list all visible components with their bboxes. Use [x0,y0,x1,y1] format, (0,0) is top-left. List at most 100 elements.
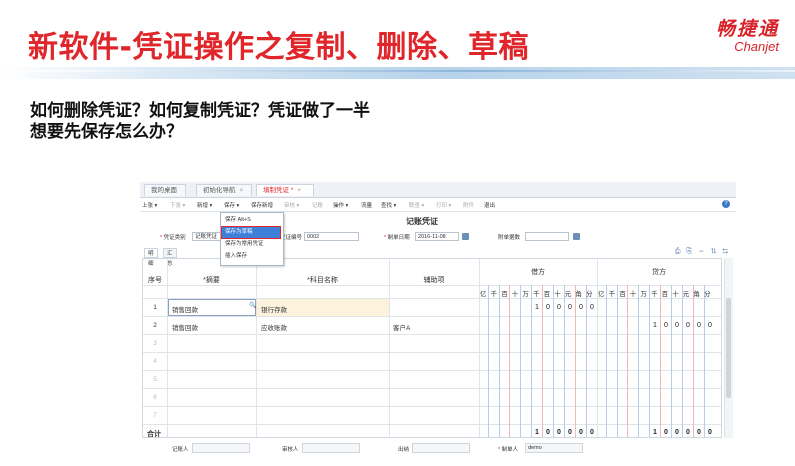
brand-logo: 畅捷通 Chanjet [716,14,779,54]
calendar-icon[interactable] [462,233,469,240]
header-account: *科目名称 [307,277,338,284]
tab-fill-voucher[interactable]: 填制凭证 * × [256,184,314,196]
toolbar-next-button[interactable]: 下张 ▾ [170,201,185,209]
toolbar-print-button[interactable]: 打印 ▾ [436,201,451,209]
row-number: 4 [153,358,157,365]
credit-digit: 0 [675,322,679,329]
digit-divider [682,285,683,437]
toolbar: 上张 ▾ 下张 ▾ 新增 ▾ 保存 ▾ 保存新增 审核 ▾ 记账 操作 ▾ 流量… [140,198,736,212]
menu-item-save-common[interactable]: 保存为常用凭证 [222,239,280,250]
digit-divider [671,285,672,437]
total-debit-digit: 0 [579,429,583,436]
total-credit-digit: 0 [675,429,679,436]
credit-digit: 1 [653,322,657,329]
label-text: 制单人 [501,447,519,453]
row-number: 6 [153,394,157,401]
menu-item-save-draft[interactable]: 保存为草稿 [221,226,281,239]
voucher-app-window: 我的桌面 初始化导航 × 填制凭证 * × 上张 ▾ 下张 ▾ 新增 ▾ 保存 ▾ … [140,182,736,458]
signature-footer: 记账人 审核人 出纳 * 制单人 demo [140,442,736,456]
grid-scrollbar[interactable] [724,258,733,438]
account-cell[interactable]: 应收账款 [261,322,287,332]
tab-init-navigation[interactable]: 初始化导航 × [196,184,252,196]
debit-digit-units: 亿千百十万千百十元角分 [480,291,597,298]
grid-divider [143,406,721,407]
slide-title: 新软件-凭证操作之复制、删除、草稿 [28,30,529,65]
header-debit: 借方 [531,269,545,276]
toolbar-exit-button[interactable]: 退出 [484,201,495,209]
menu-item-insert-save[interactable]: 插入保存 [222,251,280,262]
voucher-type-label: * 凭证类别 [160,235,186,241]
digit-divider [638,285,639,437]
maker-field: demo [525,443,583,453]
toolbar-find-button[interactable]: 查找 ▾ [381,201,396,209]
toolbar-flow-button[interactable]: 流量 [361,201,372,209]
row-number: 5 [153,376,157,383]
toolbar-new-button[interactable]: 新增 ▾ [197,201,212,209]
account-cell[interactable]: 银行存款 [261,304,287,314]
toolbar-save-new-button[interactable]: 保存新增 [251,201,273,209]
total-credit-digit: 1 [653,429,657,436]
toolbar-prev-button[interactable]: 上张 ▾ [142,201,157,209]
total-credit-digit: 0 [708,429,712,436]
voucher-number-input[interactable]: 0002 [304,232,359,241]
row-number: 7 [153,412,157,419]
toolbar-save-button[interactable]: 保存 ▾ [224,201,239,209]
toolbar-operate-button[interactable]: 操作 ▾ [333,201,348,209]
debit-digit: 0 [590,304,594,311]
toolbar-audit-button[interactable]: 审核 ▾ [284,201,299,209]
scroll-thumb[interactable] [726,298,731,398]
total-debit-digit: 1 [535,429,539,436]
aux-cell[interactable]: 客户A [393,322,410,332]
toolbar-link-button[interactable]: 联查 ▾ [409,201,424,209]
attachments-input[interactable] [525,232,569,241]
toolbar-attach-button[interactable]: 附件 [463,201,474,209]
voucher-title: 记账凭证 [406,217,438,226]
label-text: 凭证类别 [163,235,186,241]
summary-cell[interactable]: 销售回款 [172,322,198,332]
brand-name-en: Chanjet [734,39,779,54]
total-debit-digit: 0 [557,429,561,436]
tab-label: 填制凭证 * [263,187,294,194]
close-icon[interactable]: × [240,187,244,194]
tab-bar: 我的桌面 初始化导航 × 填制凭证 * × [140,182,736,198]
total-credit-digit: 0 [664,429,668,436]
grid-divider [143,352,721,353]
total-debit-digit: 0 [590,429,594,436]
grid-tools-icons[interactable]: ⎙ ⎘ ⇔ ⇅ ⇆ [675,248,730,256]
search-icon[interactable]: 🔍 [249,302,256,309]
grid-divider [143,388,721,389]
voucher-type-select[interactable]: 记账凭证 [192,232,222,241]
digit-divider [649,285,650,437]
debit-digit: 0 [546,304,550,311]
header-band-line [0,70,795,72]
credit-digit: 0 [697,322,701,329]
credit-digit: 0 [664,322,668,329]
total-credit-digit: 0 [697,429,701,436]
row-number: 2 [153,322,157,329]
row-number: 3 [153,340,157,347]
question-line-2: 想要先保存怎么办？ [30,122,183,142]
total-credit-digit: 0 [686,429,690,436]
digit-divider [509,285,510,437]
tab-my-desktop[interactable]: 我的桌面 [144,184,186,196]
auditor-field [302,443,360,453]
close-icon[interactable]: × [297,187,301,194]
help-icon[interactable]: ? [722,200,730,208]
credit-digit: 0 [708,322,712,329]
toolbar-post-button[interactable]: 记账 [312,201,323,209]
total-label: 合计 [147,431,161,438]
tab-summary[interactable]: 汇总 [163,248,177,267]
grid-divider [143,316,721,317]
header-summary: *摘要 [203,277,220,284]
digit-divider [617,285,618,437]
date-input[interactable]: 2016-11-08 [415,232,459,241]
menu-item-save[interactable]: 保存 Alt+S [222,215,280,226]
calendar-icon[interactable] [573,233,580,240]
grid-divider [143,370,721,371]
auditor-label: 审核人 [282,447,299,453]
bookkeeper-label: 记账人 [172,447,189,453]
summary-cell[interactable]: 销售回款 [172,304,198,314]
grid-divider [143,424,721,425]
tab-detail[interactable]: 明细 [144,248,158,267]
header-seq: 序号 [148,277,162,284]
